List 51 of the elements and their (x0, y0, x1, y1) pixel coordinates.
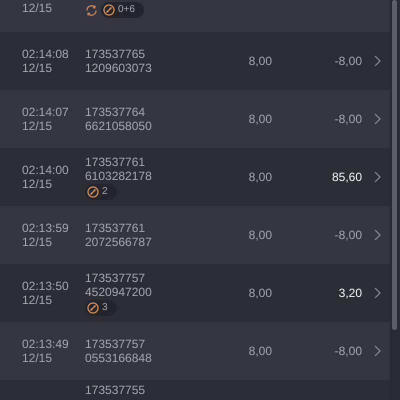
win-amount: 3,20 (338, 286, 362, 300)
date-text: 12/15 (22, 177, 54, 191)
date-text: 12/15 (22, 61, 54, 75)
date-text: 12/15 (22, 351, 54, 365)
scrollbar-thumb[interactable] (392, 0, 397, 330)
date-text: 12/15 (22, 119, 54, 133)
time-text: 02:13:50 (22, 279, 70, 293)
bet-amount: 8,00 (248, 286, 272, 300)
round-id: 173537757 (85, 270, 146, 284)
chevron-right-icon[interactable] (374, 229, 381, 241)
chevron-right-icon[interactable] (374, 171, 381, 183)
win-amount: -8,00 (334, 112, 362, 126)
win-amount: -8,00 (334, 54, 362, 68)
bet-amount: 8,00 (248, 228, 272, 242)
bonus-count: 0+6 (118, 4, 135, 16)
round-id: 6103282178 (85, 168, 153, 182)
ball-icon (103, 4, 115, 16)
win-amount: -8,00 (334, 344, 362, 358)
win-amount: -8,00 (334, 228, 362, 242)
round-id: 173537764 (85, 105, 146, 119)
chevron-right-icon[interactable] (374, 113, 381, 125)
round-id: 173537761 (85, 154, 146, 168)
round-id: 0553166848 (85, 351, 153, 365)
bonus-count: 2 (102, 186, 108, 198)
bet-amount: 8,00 (248, 54, 272, 68)
round-id: 173537757 (85, 337, 146, 351)
ball-icon (87, 186, 99, 198)
win-amount: 85,60 (332, 170, 362, 184)
ball-icon (87, 302, 99, 314)
time-text: 02:14:08 (22, 47, 70, 61)
round-id: 6621058050 (85, 119, 153, 133)
bet-amount: 8,00 (248, 344, 272, 358)
chevron-right-icon[interactable] (374, 345, 381, 357)
round-id: 173537755 (85, 383, 146, 397)
round-id: 173537761 (85, 221, 146, 235)
bonus-count: 3 (102, 302, 108, 314)
date-text: 12/15 (22, 1, 54, 15)
time-text: 02:13:59 (22, 221, 70, 235)
bet-amount: 8,00 (248, 112, 272, 126)
chevron-right-icon[interactable] (374, 287, 381, 299)
date-text: 12/15 (22, 293, 54, 307)
round-id: 173537765 (85, 47, 146, 61)
round-id: 1209603073 (85, 61, 153, 75)
time-text: 02:14:00 (22, 163, 70, 177)
round-id: 4520947200 (85, 284, 153, 298)
time-text: 02:14:07 (22, 105, 70, 119)
date-text: 12/15 (22, 235, 54, 249)
round-id: 2072566787 (85, 235, 153, 249)
bet-amount: 8,00 (248, 170, 272, 184)
time-text: 02:13:49 (22, 337, 70, 351)
chevron-right-icon[interactable] (374, 55, 381, 67)
